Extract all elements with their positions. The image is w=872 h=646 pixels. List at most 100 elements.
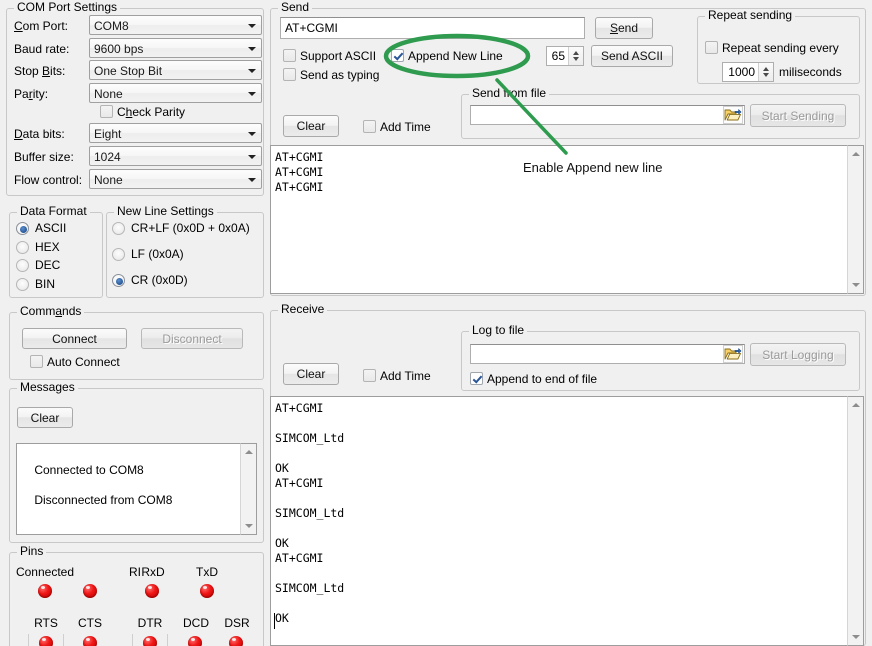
radio-label: BIN [35,277,55,291]
checkbox-repeat-sending-label: Repeat sending every [722,41,839,55]
combo-baud-rate-value: 9600 bps [94,42,143,56]
repeat-unit-label: miliseconds [779,65,842,79]
send-log-line: AT+CGMI [275,150,323,164]
pins-legend: Pins [17,545,46,558]
receive-log-line: OK [275,461,289,475]
chevron-down-icon [248,69,256,73]
combo-flow-control-value: None [94,173,123,187]
ascii-code-spinner[interactable]: 65 [546,46,584,66]
radio-label: DEC [35,258,60,272]
log-file-path-input[interactable] [470,344,745,364]
text-cursor [274,613,275,629]
messages-clear-label: Clear [31,412,60,424]
radio-data-format-dec[interactable]: DEC [16,258,60,273]
chevron-down-icon [248,155,256,159]
scroll-down-icon[interactable] [241,518,256,534]
messages-scrollbar[interactable] [240,443,257,535]
messages-clear-button[interactable]: Clear [17,407,73,428]
checkbox-append-to-end-of-file-label: Append to end of file [487,372,597,386]
scroll-up-icon[interactable] [848,397,863,413]
checkbox-send-as-typing[interactable]: Send as typing [283,68,379,82]
receive-log-line: OK [275,611,289,625]
pin-label-rxd-main: RxD [122,565,184,579]
radio-data-format-bin[interactable]: BIN [16,277,55,292]
checkbox-check-parity-label: Check Parity [117,105,185,119]
send-file-path-input[interactable] [470,105,745,125]
send-clear-label: Clear [297,120,326,132]
repeat-sending-legend: Repeat sending [705,9,795,22]
receive-log-line: SIMCOM_Ltd [275,431,344,445]
receive-log-line: SIMCOM_Ltd [275,581,344,595]
checkbox-support-ascii-label: Support ASCII [300,49,376,63]
spinner-buttons[interactable] [758,63,773,81]
led-rxd [145,584,159,598]
label-parity: Parity: [14,87,48,101]
receive-clear-label: Clear [297,368,326,380]
connect-button[interactable]: Connect [22,328,127,349]
messages-log-line: Disconnected from COM8 [34,493,172,507]
led-rts [39,636,53,646]
log-file-browse-button[interactable] [723,345,743,363]
spinner-up-icon [573,51,579,55]
send-ascii-button[interactable]: Send ASCII [591,45,673,67]
start-sending-button[interactable]: Start Sending [750,104,846,127]
receive-log[interactable]: AT+CGMI SIMCOM_Ltd OK AT+CGMI SIMCOM_Ltd… [270,396,847,646]
led-txd [200,584,214,598]
scroll-up-icon[interactable] [241,444,256,460]
repeat-interval-spinner[interactable]: 1000 [722,62,774,82]
send-file-browse-button[interactable] [723,106,743,124]
radio-label: CR (0x0D) [131,273,188,287]
messages-log[interactable]: Connected to COM8 Disconnected from COM8 [16,443,240,535]
pin-label-connected: Connected [10,565,80,579]
chevron-down-icon [248,92,256,96]
checkbox-box [283,49,296,62]
chevron-down-icon [248,132,256,136]
combo-flow-control[interactable]: None [89,169,262,189]
scroll-down-icon[interactable] [848,277,863,293]
combo-baud-rate[interactable]: 9600 bps [89,38,262,58]
combo-stop-bits[interactable]: One Stop Bit [89,60,262,80]
combo-com-port[interactable]: COM8 [89,15,262,35]
scroll-up-icon[interactable] [848,146,863,162]
checkbox-auto-connect[interactable]: Auto Connect [30,355,120,369]
combo-data-bits[interactable]: Eight [89,123,262,143]
send-command-input[interactable]: AT+CGMI [280,17,585,39]
checkbox-support-ascii[interactable]: Support ASCII [283,49,376,63]
radio-newline-lf[interactable]: LF (0x0A) [112,247,184,262]
receive-log-scrollbar[interactable] [847,396,864,646]
send-button-label: Send [610,22,638,34]
send-log-line: AT+CGMI [275,165,323,179]
checkbox-check-parity[interactable]: Check Parity [100,105,185,119]
send-from-file-legend: Send from file [469,87,549,100]
checkbox-append-new-line[interactable]: Append New Line [391,49,503,63]
led-ri [83,584,97,598]
checkbox-append-to-end-of-file[interactable]: Append to end of file [470,372,597,386]
spinner-buttons[interactable] [568,47,583,65]
checkbox-send-add-time[interactable]: Add Time [363,120,431,134]
radio-newline-cr[interactable]: CR (0x0D) [112,273,188,288]
disconnect-button[interactable]: Disconnect [141,328,243,349]
radio-data-format-ascii[interactable]: ASCII [16,221,66,236]
checkbox-box [363,120,376,133]
start-logging-button[interactable]: Start Logging [750,343,846,366]
start-logging-label: Start Logging [762,349,833,361]
checkbox-receive-add-time-label: Add Time [380,369,431,383]
radio-data-format-hex[interactable]: HEX [16,240,60,255]
spinner-down-icon [573,57,579,61]
led-connected [38,584,52,598]
checkbox-box [705,41,718,54]
combo-buffer-size[interactable]: 1024 [89,146,262,166]
send-button[interactable]: Send [595,17,653,39]
combo-com-port-value: COM8 [94,19,129,33]
checkbox-receive-add-time[interactable]: Add Time [363,369,431,383]
radio-button [112,274,125,287]
radio-label: HEX [35,240,60,254]
checkbox-repeat-sending[interactable]: Repeat sending every [705,41,839,55]
receive-clear-button[interactable]: Clear [283,363,339,385]
send-clear-button[interactable]: Clear [283,115,339,137]
scroll-down-icon[interactable] [848,629,863,645]
combo-stop-bits-value: One Stop Bit [94,64,162,78]
combo-parity[interactable]: None [89,83,262,103]
send-log-scrollbar[interactable] [847,145,864,294]
radio-newline-crlf[interactable]: CR+LF (0x0D + 0x0A) [112,221,250,236]
